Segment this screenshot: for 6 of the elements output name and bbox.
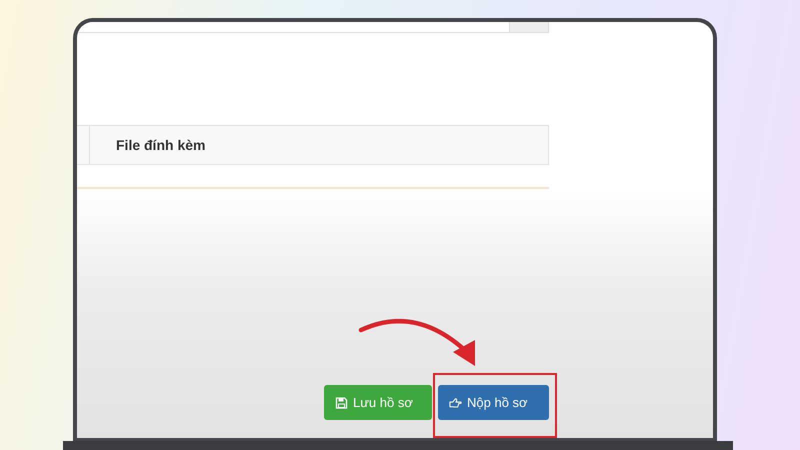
pointing-hand-icon [449, 396, 462, 408]
input-field[interactable] [77, 22, 549, 33]
column-header: File đính kèm [116, 137, 206, 153]
field-addon [509, 22, 548, 32]
save-button[interactable]: Lưu hồ sơ [324, 385, 432, 420]
submit-button[interactable]: Nộp hồ sơ [438, 385, 549, 420]
